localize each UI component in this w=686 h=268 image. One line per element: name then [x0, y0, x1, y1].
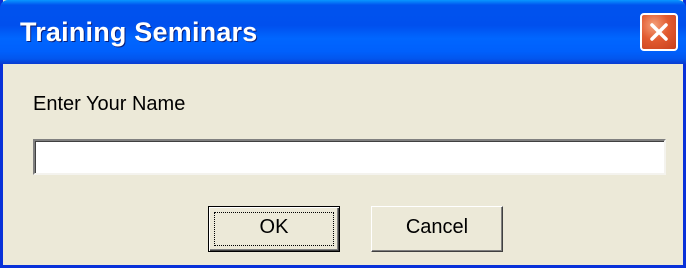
- name-prompt-label: Enter Your Name: [33, 93, 186, 115]
- close-icon: [650, 23, 668, 41]
- cancel-button-label: Cancel: [405, 216, 469, 238]
- window-title: Training Seminars: [20, 17, 258, 47]
- dialog-window: Training Seminars Enter Your Name OK Can…: [0, 0, 686, 268]
- cancel-button[interactable]: Cancel: [371, 206, 503, 252]
- ok-button[interactable]: OK: [208, 206, 340, 252]
- close-button[interactable]: [640, 13, 678, 51]
- name-input[interactable]: [33, 139, 666, 175]
- focus-rectangle: [214, 212, 334, 246]
- title-bar[interactable]: Training Seminars: [0, 0, 686, 64]
